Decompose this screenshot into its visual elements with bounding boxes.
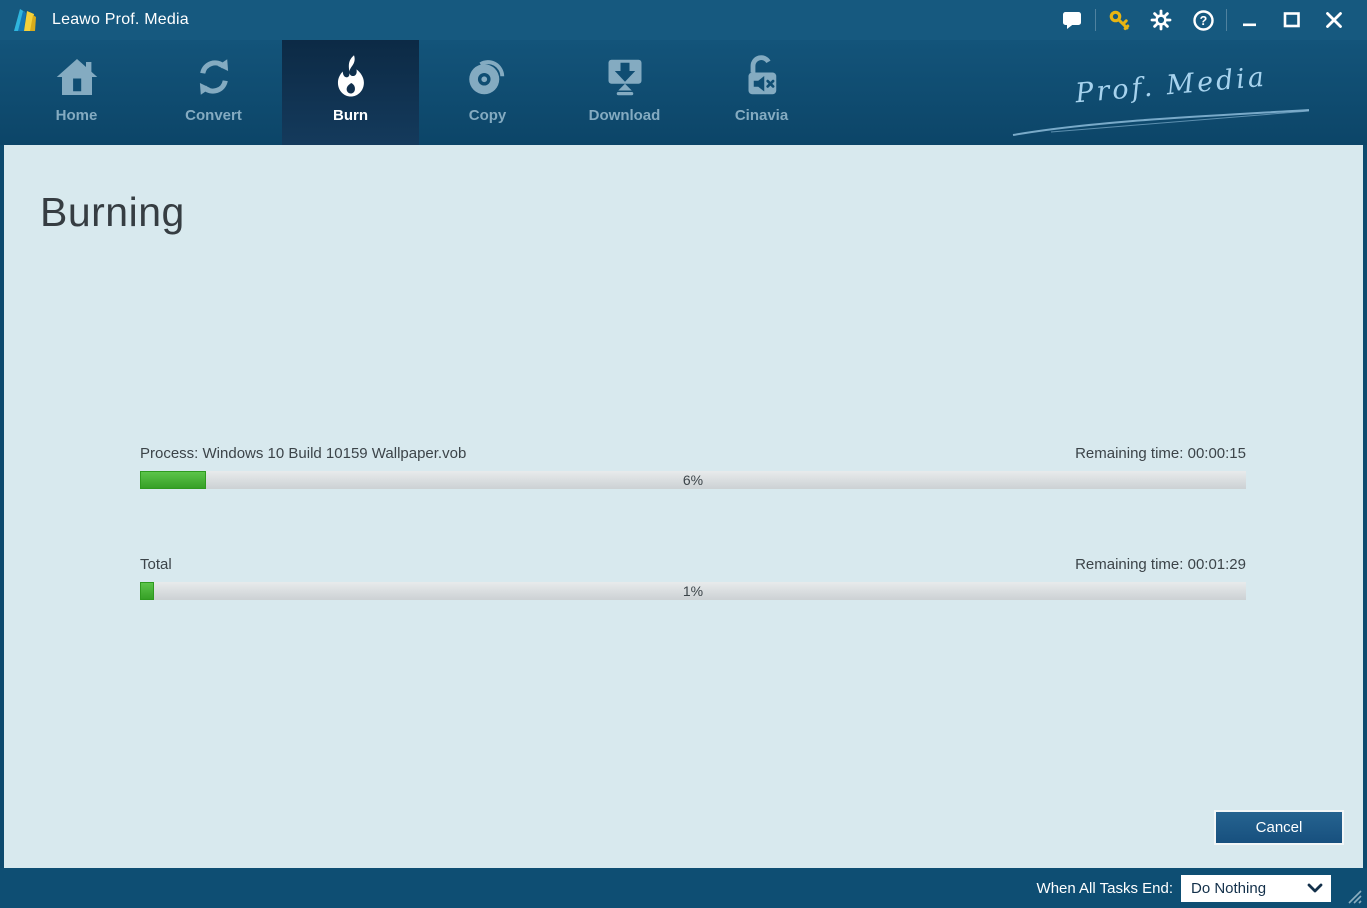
main-nav: Home Convert Burn Copy Download Cinavia … <box>0 40 1367 145</box>
total-percent-label: 1% <box>682 583 704 599</box>
titlebar: Leawo Prof. Media ? <box>0 0 1367 40</box>
brand-swoosh-line <box>1012 109 1310 136</box>
brand-signature: Prof. Media <box>1011 60 1311 140</box>
burn-flame-icon <box>337 55 364 97</box>
titlebar-actions: ? <box>1051 0 1355 40</box>
total-progress-bar: 1% <box>140 582 1246 600</box>
home-icon <box>56 59 97 95</box>
tab-label: Cinavia <box>734 107 789 124</box>
tab-convert[interactable]: Convert <box>145 40 282 145</box>
content-panel: Burning Process: Windows 10 Build 10159 … <box>4 145 1363 868</box>
titlebar-separator <box>1226 9 1227 31</box>
gear-icon[interactable] <box>1140 0 1182 40</box>
message-icon[interactable] <box>1051 0 1093 40</box>
tab-label: Home <box>55 107 98 124</box>
leawo-logo-icon <box>12 6 42 34</box>
svg-text:?: ? <box>1199 14 1207 28</box>
tab-download[interactable]: Download <box>556 40 693 145</box>
tab-copy[interactable]: Copy <box>419 40 556 145</box>
process-task-row: Process: Windows 10 Build 10159 Wallpape… <box>140 445 1246 489</box>
tab-cinavia[interactable]: Cinavia <box>693 40 830 145</box>
app-window: Leawo Prof. Media ? Home Convert Burn Co… <box>0 0 1367 908</box>
process-label: Process: Windows 10 Build 10159 Wallpape… <box>140 445 467 462</box>
total-remaining-time: Remaining time: 00:01:29 <box>1075 556 1246 573</box>
footer-bar: When All Tasks End: Do Nothing <box>0 868 1367 908</box>
convert-icon <box>199 59 228 95</box>
when-tasks-end-label: When All Tasks End: <box>1036 879 1173 897</box>
tab-label: Copy <box>468 107 507 124</box>
process-progress-bar: 6% <box>140 471 1246 489</box>
key-icon[interactable] <box>1098 0 1140 40</box>
process-percent-label: 6% <box>682 472 704 488</box>
resize-grip[interactable] <box>1345 887 1363 905</box>
cinavia-lock-icon <box>748 55 776 95</box>
titlebar-separator <box>1095 9 1096 31</box>
tab-label: Download <box>588 107 661 124</box>
close-button[interactable] <box>1313 0 1355 40</box>
task-end-action-select[interactable]: Do Nothing <box>1181 874 1331 902</box>
tab-label: Convert <box>185 107 242 124</box>
nav-tabs: Home Convert Burn Copy Download Cinavia <box>8 40 830 145</box>
tab-label: Burn <box>333 107 368 124</box>
page-title: Burning <box>40 189 185 235</box>
help-icon[interactable]: ? <box>1182 0 1224 40</box>
maximize-button[interactable] <box>1271 0 1313 40</box>
process-remaining-time: Remaining time: 00:00:15 <box>1075 445 1246 462</box>
brand-script-text: Prof. Media <box>1074 61 1269 110</box>
download-icon <box>608 59 641 96</box>
window-title: Leawo Prof. Media <box>52 11 189 28</box>
cancel-button[interactable]: Cancel <box>1214 810 1344 845</box>
chevron-down-icon <box>1307 883 1323 893</box>
copy-disc-icon <box>468 60 504 95</box>
total-task-row: Total Remaining time: 00:01:29 1% <box>140 556 1246 600</box>
tab-home[interactable]: Home <box>8 40 145 145</box>
total-label: Total <box>140 556 172 573</box>
tab-burn[interactable]: Burn <box>282 40 419 145</box>
task-end-action-value: Do Nothing <box>1191 879 1267 897</box>
minimize-button[interactable] <box>1229 0 1271 40</box>
